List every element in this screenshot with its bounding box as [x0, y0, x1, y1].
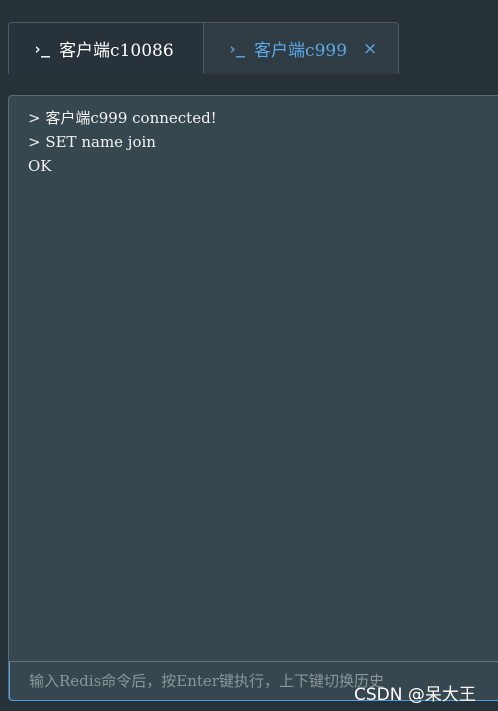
console-line: > 客户端c999 connected! — [28, 109, 217, 127]
tab-bar: ›_ 客户端c10086 ›_ 客户端c999 × — [0, 0, 498, 76]
terminal-icon: ›_ — [33, 39, 50, 58]
console-line: > SET name join — [28, 133, 156, 151]
console-line: OK — [28, 157, 52, 175]
tab-label: 客户端c999 — [254, 41, 348, 61]
terminal-icon: ›_ — [228, 39, 245, 58]
tab-label: 客户端c10086 — [59, 41, 174, 61]
tab-client-c999[interactable]: ›_ 客户端c999 × — [203, 22, 399, 74]
tab-client-c10086[interactable]: ›_ 客户端c10086 — [8, 22, 204, 74]
console-output: > 客户端c999 connected! > SET name join OK — [28, 106, 217, 178]
watermark: CSDN @呆大王 — [354, 685, 476, 705]
close-icon[interactable]: × — [363, 39, 377, 59]
console-panel: > 客户端c999 connected! > SET name join OK — [8, 95, 498, 701]
